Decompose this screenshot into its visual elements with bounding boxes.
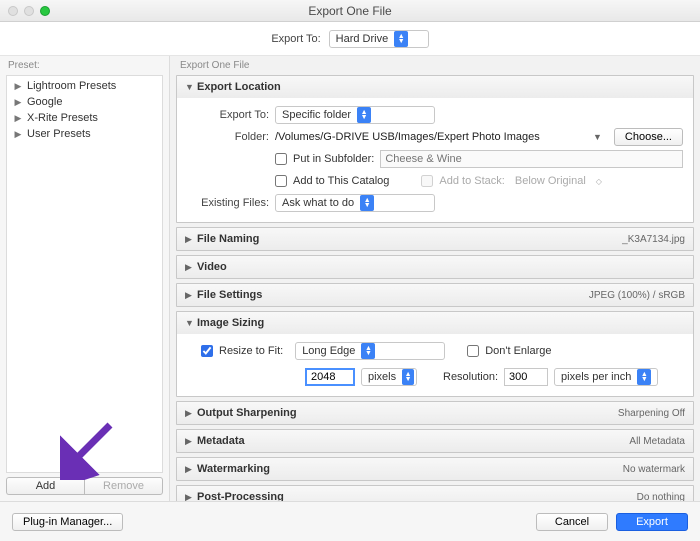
preset-header: Preset:: [0, 56, 169, 75]
choose-folder-button[interactable]: Choose...: [614, 128, 683, 146]
add-to-stack-checkbox: [421, 175, 433, 187]
resize-mode-select[interactable]: Long Edge: [295, 342, 445, 360]
resolution-label: Resolution:: [443, 371, 498, 383]
triangle-right-icon: ▶: [185, 492, 197, 502]
export-button[interactable]: Export: [616, 513, 688, 531]
subfolder-input[interactable]: [380, 150, 683, 168]
section-header[interactable]: ▶ Metadata All Metadata: [177, 430, 693, 452]
bottom-bar: Plug-in Manager... Cancel Export: [0, 501, 700, 541]
section-export-location: ▼ Export Location Export To: Specific fo…: [176, 75, 694, 223]
triangle-right-icon: ▶: [13, 81, 23, 92]
dont-enlarge-checkbox[interactable]: [467, 345, 479, 357]
triangle-right-icon: ▶: [185, 408, 197, 419]
section-header[interactable]: ▶ File Settings JPEG (100%) / sRGB: [177, 284, 693, 306]
remove-preset-button: Remove: [84, 477, 163, 495]
watermark-summary: No watermark: [623, 464, 685, 475]
chevron-updown-icon: [357, 107, 371, 123]
section-header[interactable]: ▶ Video: [177, 256, 693, 278]
section-header[interactable]: ▶ Watermarking No watermark: [177, 458, 693, 480]
section-image-sizing: ▼ Image Sizing Resize to Fit: Long Edge …: [176, 311, 694, 397]
existing-files-select[interactable]: Ask what to do: [275, 194, 435, 212]
export-to-select[interactable]: Specific folder: [275, 106, 435, 124]
export-target-row: Export To: Hard Drive: [0, 22, 700, 56]
cancel-button[interactable]: Cancel: [536, 513, 608, 531]
triangle-right-icon: ▶: [185, 464, 197, 475]
section-video: ▶ Video: [176, 255, 694, 279]
export-to-top-label: Export To:: [271, 33, 320, 45]
window-title: Export One File: [0, 4, 700, 18]
section-header[interactable]: ▶ File Naming _K3A7134.jpg: [177, 228, 693, 250]
triangle-down-icon: ▼: [185, 318, 197, 328]
chevron-updown-icon: [394, 31, 408, 47]
preset-buttons: Add Remove: [6, 477, 163, 495]
section-header[interactable]: ▶ Post-Processing Do nothing: [177, 486, 693, 501]
section-header[interactable]: ▼ Image Sizing: [177, 312, 693, 334]
section-post-processing: ▶ Post-Processing Do nothing: [176, 485, 694, 501]
export-settings-panel: Export One File ▼ Export Location Export…: [170, 56, 700, 501]
triangle-right-icon: ▶: [185, 262, 197, 273]
settings-header: Export One File: [176, 56, 694, 75]
add-to-stack-label: Add to Stack:: [439, 175, 504, 187]
add-preset-button[interactable]: Add: [6, 477, 84, 495]
chevron-updown-icon: [360, 195, 374, 211]
triangle-right-icon: ▶: [13, 97, 23, 108]
section-header[interactable]: ▼ Export Location: [177, 76, 693, 98]
resize-to-fit-label: Resize to Fit:: [219, 345, 283, 357]
add-to-stack-value: Below Original: [515, 175, 586, 187]
plugin-manager-button[interactable]: Plug-in Manager...: [12, 513, 123, 531]
export-to-label: Export To:: [187, 109, 269, 121]
triangle-down-icon[interactable]: ▼: [593, 132, 602, 142]
preset-item[interactable]: ▶Google: [7, 94, 162, 110]
folder-label: Folder:: [187, 131, 269, 143]
triangle-right-icon: ▶: [185, 436, 197, 447]
triangle-right-icon: ▶: [13, 129, 23, 140]
put-in-subfolder-checkbox[interactable]: [275, 153, 287, 165]
postprocess-summary: Do nothing: [637, 492, 685, 502]
export-to-top-select[interactable]: Hard Drive: [329, 30, 429, 48]
resolution-input[interactable]: [504, 368, 548, 386]
triangle-right-icon: ▶: [13, 113, 23, 124]
chevron-updown-icon: ◇: [596, 177, 602, 186]
add-to-catalog-label: Add to This Catalog: [293, 175, 389, 187]
size-value-input[interactable]: [305, 368, 355, 386]
section-file-settings: ▶ File Settings JPEG (100%) / sRGB: [176, 283, 694, 307]
preset-list[interactable]: ▶Lightroom Presets ▶Google ▶X-Rite Prese…: [6, 75, 163, 473]
chevron-updown-icon: [402, 369, 414, 385]
export-to-top-value: Hard Drive: [336, 33, 389, 45]
add-to-catalog-checkbox[interactable]: [275, 175, 287, 187]
section-file-naming: ▶ File Naming _K3A7134.jpg: [176, 227, 694, 251]
preset-sidebar: Preset: ▶Lightroom Presets ▶Google ▶X-Ri…: [0, 56, 170, 501]
file-settings-summary: JPEG (100%) / sRGB: [589, 290, 685, 301]
existing-files-label: Existing Files:: [187, 197, 269, 209]
section-output-sharpening: ▶ Output Sharpening Sharpening Off: [176, 401, 694, 425]
triangle-right-icon: ▶: [185, 290, 197, 301]
preset-item[interactable]: ▶Lightroom Presets: [7, 78, 162, 94]
metadata-summary: All Metadata: [629, 436, 685, 447]
chevron-updown-icon: [637, 369, 651, 385]
chevron-updown-icon: [361, 343, 375, 359]
file-naming-summary: _K3A7134.jpg: [622, 234, 685, 245]
section-watermarking: ▶ Watermarking No watermark: [176, 457, 694, 481]
folder-path: /Volumes/G-DRIVE USB/Images/Expert Photo…: [275, 131, 581, 143]
sharpening-summary: Sharpening Off: [618, 408, 685, 419]
dont-enlarge-label: Don't Enlarge: [485, 345, 551, 357]
titlebar: Export One File: [0, 0, 700, 22]
size-units-select[interactable]: pixels: [361, 368, 417, 386]
subfolder-label: Put in Subfolder:: [293, 153, 374, 165]
section-header[interactable]: ▶ Output Sharpening Sharpening Off: [177, 402, 693, 424]
triangle-down-icon: ▼: [185, 82, 197, 92]
triangle-right-icon: ▶: [185, 234, 197, 245]
preset-item[interactable]: ▶User Presets: [7, 126, 162, 142]
section-metadata: ▶ Metadata All Metadata: [176, 429, 694, 453]
preset-item[interactable]: ▶X-Rite Presets: [7, 110, 162, 126]
resize-to-fit-checkbox[interactable]: [201, 345, 213, 357]
resolution-units-select[interactable]: pixels per inch: [554, 368, 658, 386]
